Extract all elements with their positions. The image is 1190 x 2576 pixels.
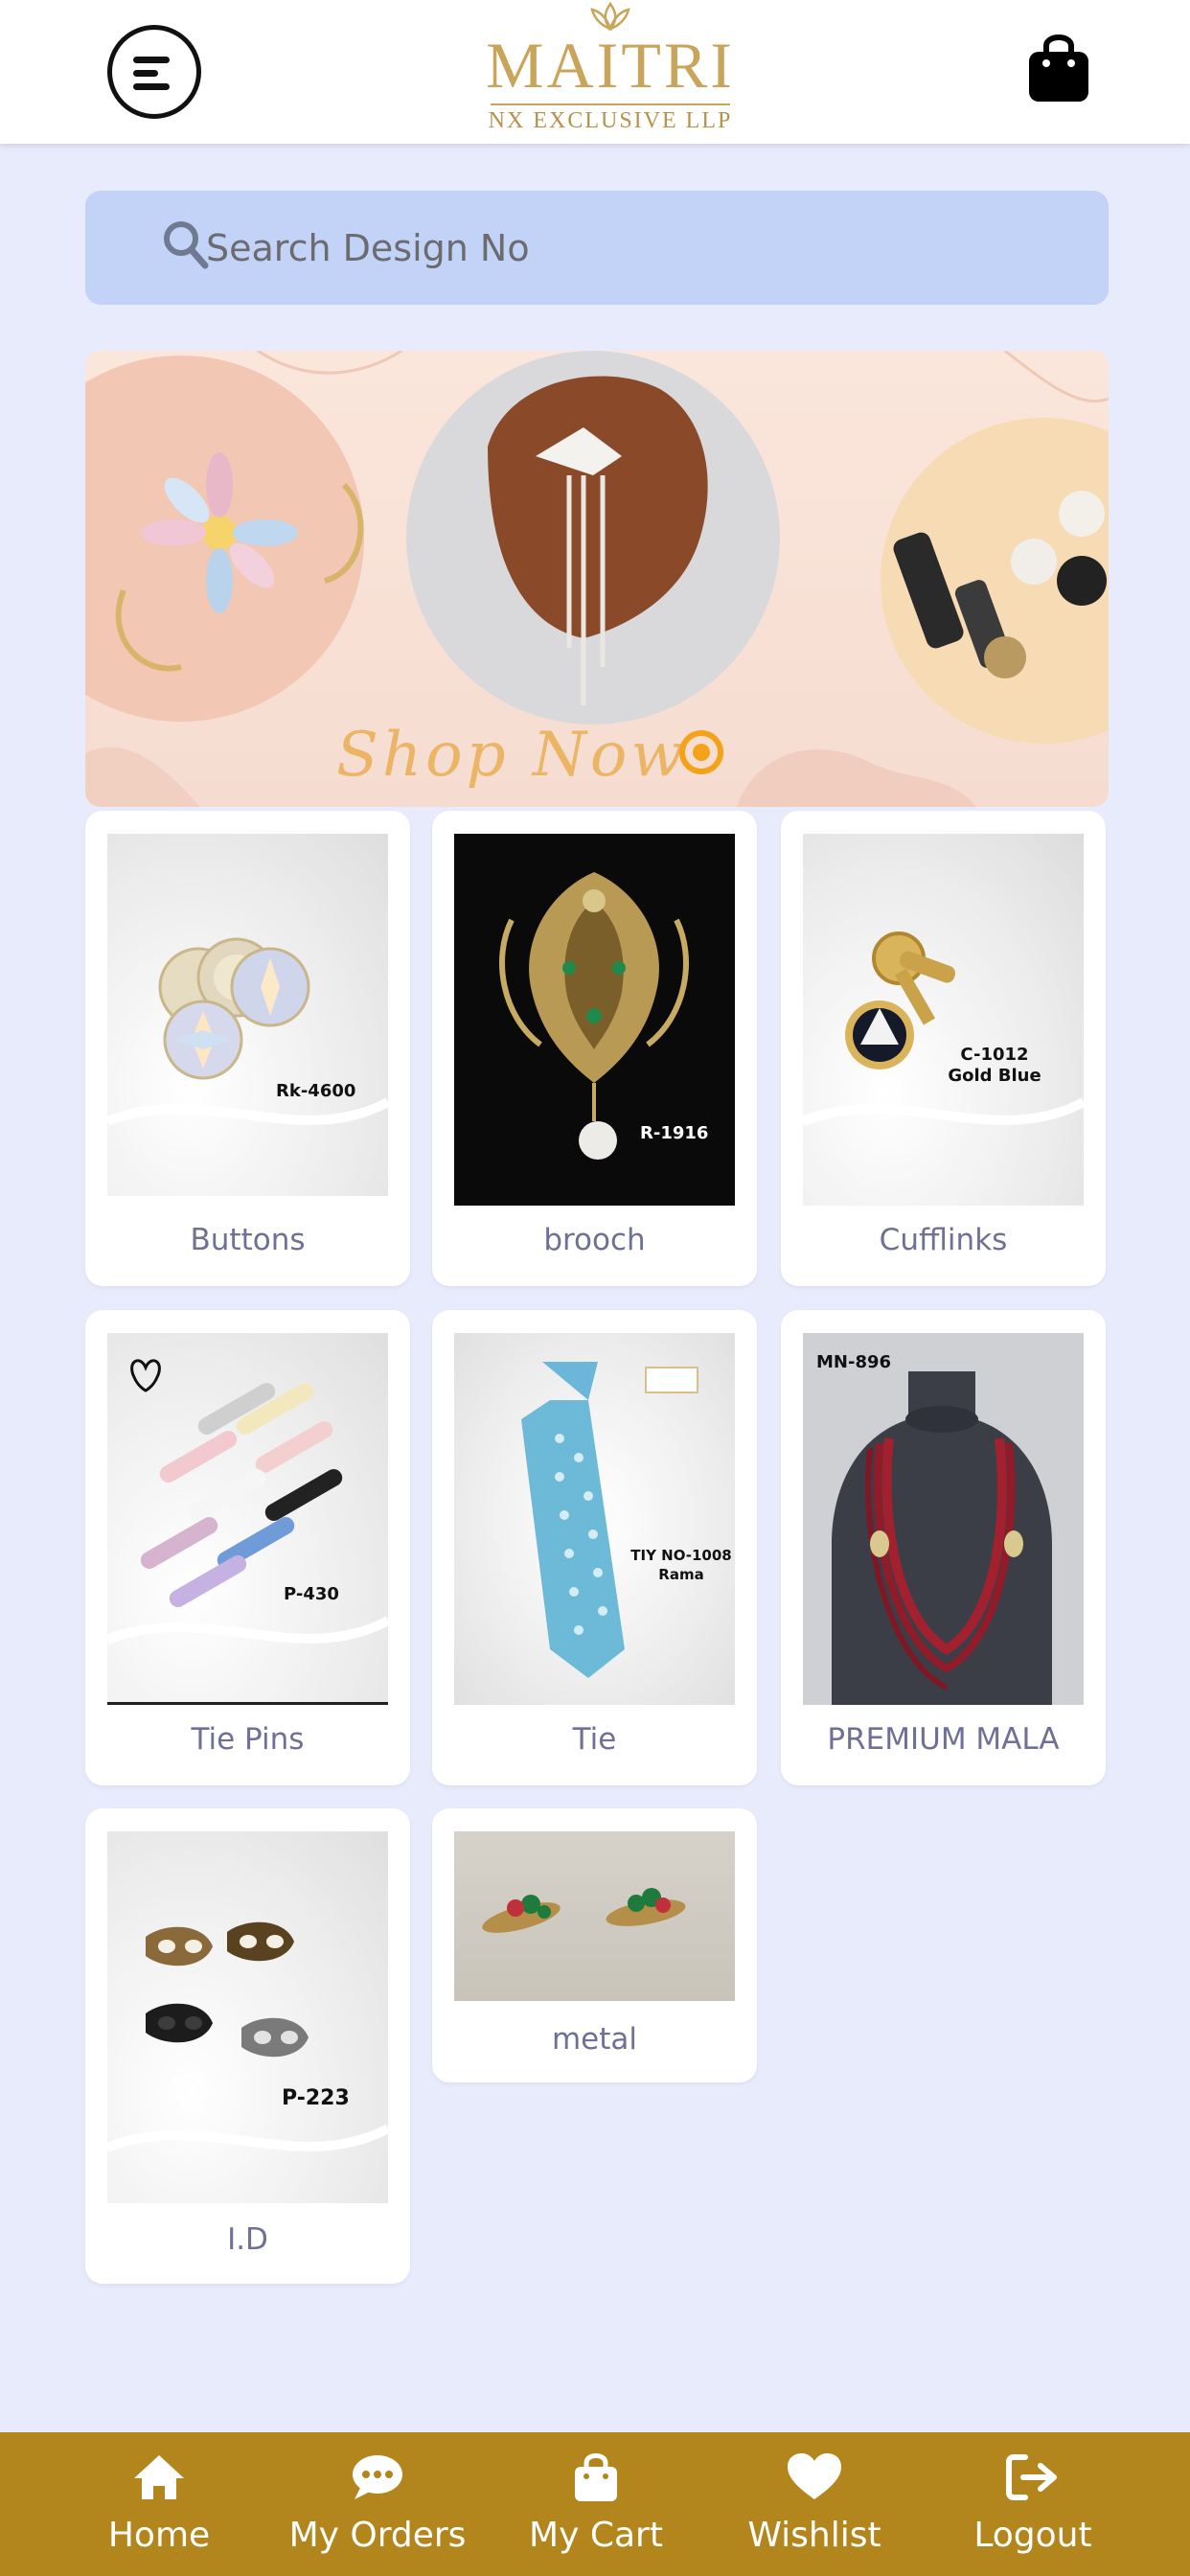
promo-banner[interactable]: Shop Now: [85, 351, 1109, 807]
id-illustration: [107, 1921, 388, 2152]
bottom-navigation: Home My Orders My Cart Wishlist Logout: [0, 2432, 1190, 2576]
category-image-tie: TIY NO-1008 Rama: [454, 1333, 735, 1705]
design-code: R-1916: [640, 1123, 709, 1143]
category-label: Cufflinks: [879, 1223, 1008, 1257]
category-label: metal: [551, 2022, 638, 2057]
tie-pins-illustration: [107, 1359, 388, 1644]
metal-earrings-illustration: [482, 1888, 686, 1933]
logout-icon: [1006, 2454, 1057, 2500]
category-image-id: P-223: [107, 1831, 388, 2203]
logo-divider: [491, 104, 730, 105]
brooch-illustration: [499, 872, 689, 1160]
tie-illustration: [521, 1362, 698, 1678]
cart-button[interactable]: [1025, 29, 1092, 105]
logo-title: MAITRI: [486, 29, 735, 102]
category-image-brooch: R-1916: [454, 834, 735, 1206]
category-card-tie-pins[interactable]: P-430 Tie Pins: [85, 1310, 410, 1785]
category-card-buttons[interactable]: Rk-4600 Buttons: [85, 811, 410, 1286]
category-label: brooch: [543, 1223, 646, 1257]
search-bar[interactable]: [85, 191, 1109, 305]
category-label: I.D: [227, 2222, 268, 2257]
nav-wishlist[interactable]: Wishlist: [719, 2432, 910, 2576]
nav-label: My Orders: [288, 2516, 467, 2555]
app-header: MAITRI NX EXCLUSIVE LLP: [0, 0, 1190, 144]
nav-label: Home: [107, 2516, 211, 2555]
shopping-bag-icon: [1029, 34, 1088, 102]
home-icon: [134, 2455, 184, 2499]
nav-label: Wishlist: [747, 2516, 881, 2555]
category-label: Buttons: [190, 1223, 306, 1257]
category-card-tie[interactable]: TIY NO-1008 Rama Tie: [432, 1310, 757, 1785]
category-card-metal[interactable]: metal: [432, 1808, 757, 2082]
chat-icon: [353, 2455, 402, 2499]
menu-icon: [133, 57, 170, 63]
carousel-indicator[interactable]: [679, 730, 723, 774]
category-image-premium-mala: MN-896: [803, 1333, 1084, 1705]
cufflinks-illustration: [803, 932, 1084, 1126]
nav-logout[interactable]: Logout: [937, 2432, 1129, 2576]
design-code: Rk-4600: [276, 1081, 356, 1101]
design-code: C-1012 Gold Blue: [948, 1045, 1041, 1086]
category-label: Tie: [572, 1722, 617, 1757]
buttons-illustration: [107, 937, 388, 1126]
category-card-brooch[interactable]: R-1916 brooch: [432, 811, 757, 1286]
category-card-id[interactable]: P-223 I.D: [85, 1808, 410, 2284]
category-label: Tie Pins: [191, 1722, 305, 1757]
nav-home[interactable]: Home: [63, 2432, 255, 2576]
design-code: MN-896: [816, 1352, 892, 1372]
menu-button[interactable]: [107, 25, 201, 119]
search-input[interactable]: [206, 191, 1068, 305]
category-image-cufflinks: C-1012 Gold Blue: [803, 834, 1084, 1206]
category-card-cufflinks[interactable]: C-1012 Gold Blue Cufflinks: [781, 811, 1106, 1286]
brand-logo[interactable]: MAITRI NX EXCLUSIVE LLP: [471, 0, 749, 144]
category-card-premium-mala[interactable]: MN-896 PREMIUM MALA: [781, 1310, 1106, 1785]
nav-label: Logout: [973, 2516, 1092, 2555]
nav-my-cart[interactable]: My Cart: [500, 2432, 692, 2576]
design-code: P-430: [284, 1584, 339, 1604]
category-image-tie-pins: P-430: [107, 1333, 388, 1705]
logo-subtitle: NX EXCLUSIVE LLP: [488, 108, 733, 133]
design-code: P-223: [282, 2086, 350, 2110]
category-image-buttons: Rk-4600: [107, 834, 388, 1196]
bag-icon: [575, 2453, 617, 2501]
search-icon: [164, 221, 209, 269]
menu-icon-line: [133, 83, 170, 90]
shop-now-cta[interactable]: Shop Now: [336, 720, 687, 791]
nav-label: My Cart: [529, 2516, 663, 2555]
category-label: PREMIUM MALA: [827, 1722, 1060, 1757]
design-code: TIY NO-1008 Rama: [630, 1547, 732, 1583]
menu-icon-line: [133, 70, 158, 77]
nav-my-orders[interactable]: My Orders: [282, 2432, 473, 2576]
mala-illustration: [832, 1371, 1052, 1705]
category-image-metal: [454, 1831, 735, 2001]
heart-icon: [788, 2453, 841, 2499]
